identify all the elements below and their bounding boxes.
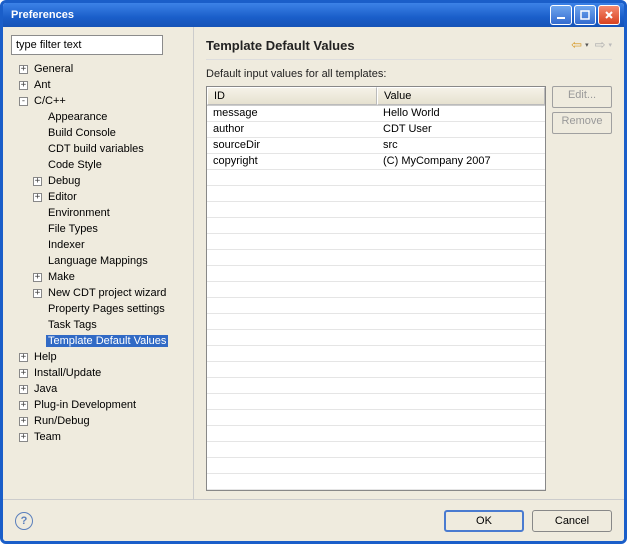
- tree-item-property-pages[interactable]: Property Pages settings: [11, 301, 189, 317]
- tree-item-environment[interactable]: Environment: [11, 205, 189, 221]
- expand-icon[interactable]: +: [19, 385, 28, 394]
- tree-item-new-cdt-wizard[interactable]: +New CDT project wizard: [11, 285, 189, 301]
- edit-button[interactable]: Edit...: [552, 86, 612, 108]
- tree-item-code-style[interactable]: Code Style: [11, 157, 189, 173]
- tree-item-ant[interactable]: +Ant: [11, 77, 189, 93]
- expand-icon[interactable]: +: [19, 353, 28, 362]
- maximize-button[interactable]: [574, 5, 596, 25]
- tree-item-task-tags[interactable]: Task Tags: [11, 317, 189, 333]
- remove-button[interactable]: Remove: [552, 112, 612, 134]
- nav-back-icon[interactable]: ⇦: [571, 37, 582, 53]
- tree-item-plugin-dev[interactable]: +Plug-in Development: [11, 397, 189, 413]
- cell-value: src: [377, 138, 545, 153]
- table-row-empty: [207, 474, 545, 490]
- tree-item-install-update[interactable]: +Install/Update: [11, 365, 189, 381]
- table-row-empty: [207, 250, 545, 266]
- expand-icon[interactable]: +: [19, 433, 28, 442]
- tree-item-debug[interactable]: +Debug: [11, 173, 189, 189]
- table-row-empty: [207, 394, 545, 410]
- chevron-down-icon[interactable]: ▾: [585, 41, 589, 49]
- table-row[interactable]: copyright(C) MyCompany 2007: [207, 154, 545, 170]
- table-row-empty: [207, 282, 545, 298]
- cell-id: copyright: [207, 154, 377, 169]
- table-row-empty: [207, 346, 545, 362]
- tree-item-template-defaults[interactable]: Template Default Values: [11, 333, 189, 349]
- expand-icon[interactable]: +: [33, 177, 42, 186]
- table-row[interactable]: messageHello World: [207, 106, 545, 122]
- tree-item-ccpp[interactable]: -C/C++: [11, 93, 189, 109]
- table-row-empty: [207, 218, 545, 234]
- expand-icon[interactable]: +: [19, 401, 28, 410]
- expand-icon[interactable]: +: [19, 369, 28, 378]
- right-pane: Template Default Values ⇦▾ ⇨▾ Default in…: [193, 27, 624, 499]
- table-row-empty: [207, 378, 545, 394]
- close-button[interactable]: [598, 5, 620, 25]
- page-title: Template Default Values: [206, 38, 571, 53]
- table-row-empty: [207, 202, 545, 218]
- help-icon[interactable]: ?: [15, 512, 33, 530]
- cell-id: author: [207, 122, 377, 137]
- table-row-empty: [207, 266, 545, 282]
- minimize-button[interactable]: [550, 5, 572, 25]
- titlebar[interactable]: Preferences: [3, 3, 624, 27]
- tree-item-editor[interactable]: +Editor: [11, 189, 189, 205]
- tree-item-lang-mappings[interactable]: Language Mappings: [11, 253, 189, 269]
- table-row-empty: [207, 170, 545, 186]
- filter-input[interactable]: [11, 35, 163, 55]
- tree-item-general[interactable]: +General: [11, 61, 189, 77]
- expand-icon[interactable]: +: [33, 193, 42, 202]
- col-value[interactable]: Value: [377, 87, 545, 105]
- nav-forward-icon: ⇨: [595, 37, 606, 53]
- tree-item-java[interactable]: +Java: [11, 381, 189, 397]
- window-title: Preferences: [11, 9, 550, 21]
- table-row-empty: [207, 426, 545, 442]
- tree-item-make[interactable]: +Make: [11, 269, 189, 285]
- expand-icon[interactable]: +: [19, 65, 28, 74]
- tree-item-file-types[interactable]: File Types: [11, 221, 189, 237]
- table-row-empty: [207, 362, 545, 378]
- tree-item-help[interactable]: +Help: [11, 349, 189, 365]
- col-id[interactable]: ID: [207, 87, 377, 105]
- table-row-empty: [207, 442, 545, 458]
- table-row-empty: [207, 234, 545, 250]
- table-row-empty: [207, 410, 545, 426]
- expand-icon[interactable]: +: [33, 273, 42, 282]
- page-description: Default input values for all templates:: [206, 68, 612, 80]
- tree-item-appearance[interactable]: Appearance: [11, 109, 189, 125]
- table-row[interactable]: sourceDirsrc: [207, 138, 545, 154]
- preferences-tree[interactable]: +General +Ant -C/C++ Appearance Build Co…: [11, 61, 189, 491]
- expand-icon[interactable]: +: [33, 289, 42, 298]
- left-pane: +General +Ant -C/C++ Appearance Build Co…: [3, 27, 193, 499]
- tree-item-run-debug[interactable]: +Run/Debug: [11, 413, 189, 429]
- table-header: ID Value: [207, 87, 545, 106]
- table-row[interactable]: authorCDT User: [207, 122, 545, 138]
- expand-icon[interactable]: +: [19, 417, 28, 426]
- table-row-empty: [207, 298, 545, 314]
- chevron-down-icon: ▾: [608, 41, 612, 49]
- tree-item-team[interactable]: +Team: [11, 429, 189, 445]
- footer: ? OK Cancel: [3, 499, 624, 541]
- collapse-icon[interactable]: -: [19, 97, 28, 106]
- tree-item-cdt-build-vars[interactable]: CDT build variables: [11, 141, 189, 157]
- cell-value: CDT User: [377, 122, 545, 137]
- tree-item-build-console[interactable]: Build Console: [11, 125, 189, 141]
- preferences-window: Preferences +General +Ant -C/C++ Appeara…: [0, 0, 627, 544]
- table-row-empty: [207, 458, 545, 474]
- cell-id: message: [207, 106, 377, 121]
- tree-item-indexer[interactable]: Indexer: [11, 237, 189, 253]
- ok-button[interactable]: OK: [444, 510, 524, 532]
- cell-value: (C) MyCompany 2007: [377, 154, 545, 169]
- values-table[interactable]: ID Value messageHello WorldauthorCDT Use…: [206, 86, 546, 491]
- cell-id: sourceDir: [207, 138, 377, 153]
- cell-value: Hello World: [377, 106, 545, 121]
- table-row-empty: [207, 186, 545, 202]
- table-row-empty: [207, 314, 545, 330]
- expand-icon[interactable]: +: [19, 81, 28, 90]
- cancel-button[interactable]: Cancel: [532, 510, 612, 532]
- table-row-empty: [207, 330, 545, 346]
